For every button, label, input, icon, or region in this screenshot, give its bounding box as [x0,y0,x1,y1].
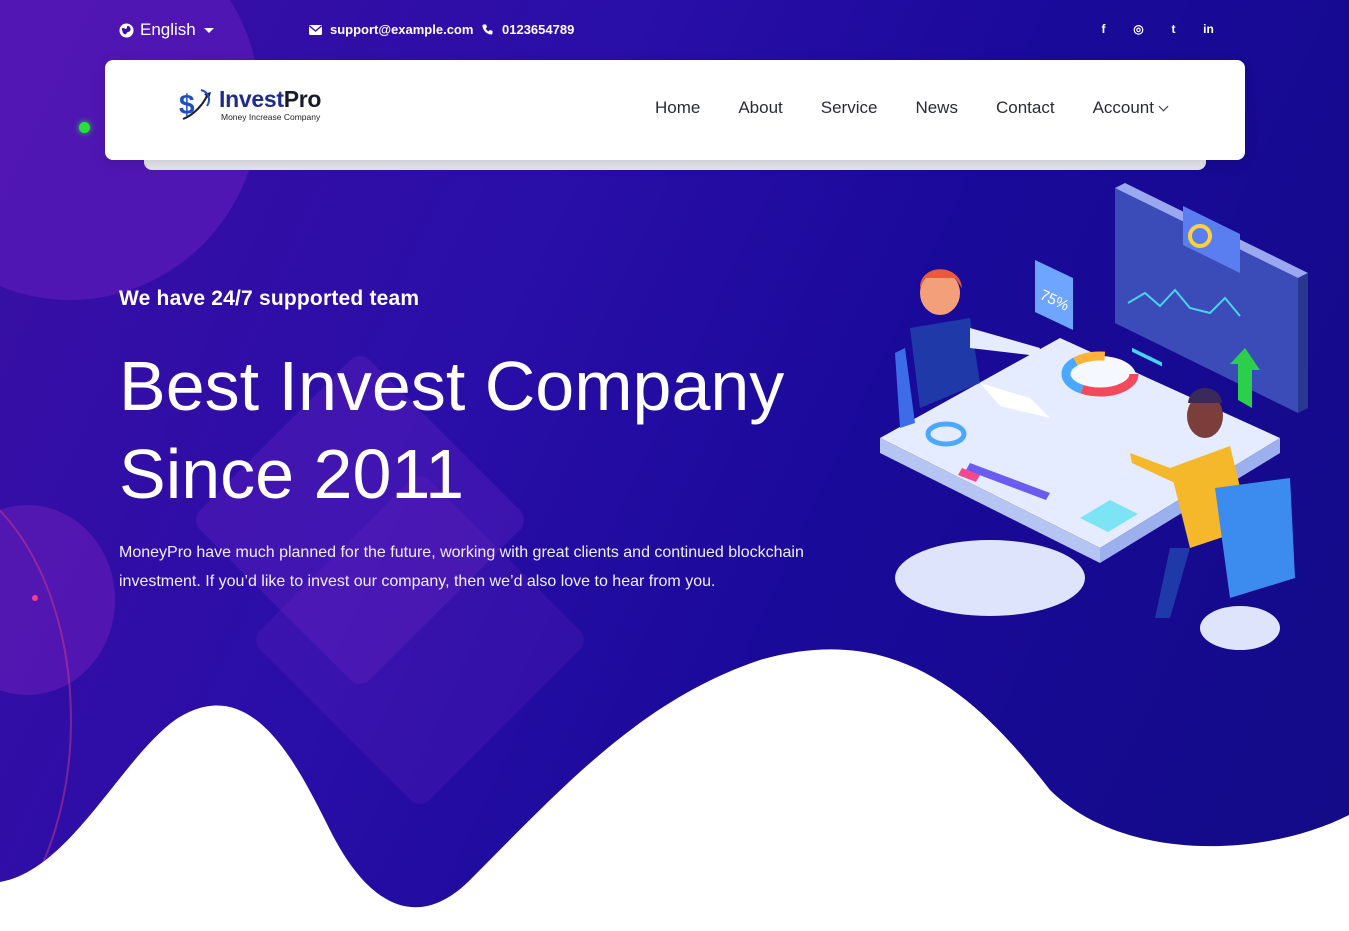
phone-contact[interactable]: 0123654789 [481,22,574,37]
dollar-arrow-logo-icon: $ [179,89,211,120]
nav-item-account[interactable]: Account [1092,98,1169,118]
hero-description: MoneyPro have much planned for the futur… [119,544,804,590]
language-label: English [140,20,196,39]
nav-item-contact[interactable]: Contact [996,98,1055,118]
brand-text: InvestPro Money Increase Company [219,87,321,122]
hero-headline-line2: Since 2011 [119,435,465,513]
nav-item-account-label: Account [1092,98,1154,117]
envelope-icon [309,23,322,36]
nav-item-service[interactable]: Service [821,98,878,118]
hero-headline: Best Invest Company Since 2011 [119,342,879,518]
donut-chart [1061,351,1139,397]
brand-tagline: Money Increase Company [221,111,321,122]
nav-item-home[interactable]: Home [655,98,700,118]
language-selector[interactable]: English [119,20,214,40]
brand-name-part1: Invest [219,85,284,112]
globe-icon [119,22,134,38]
chevron-down-icon [1158,101,1169,111]
social-links: f ◎ t in [1097,21,1215,37]
caret-down-icon [203,27,214,33]
team-meeting-illustration: 75% [880,183,1308,650]
hero-subtitle: We have 24/7 supported team [119,287,420,310]
email-text: support@example.com [330,22,474,37]
top-bar: English support@example.com 0123654789 f… [0,0,1349,60]
facebook-icon[interactable]: f [1097,21,1110,37]
brand-logo[interactable]: $ InvestPro Money Increase Company [179,86,321,122]
email-contact[interactable]: support@example.com [309,22,473,37]
nav-menu: Home About Service News Contact Account [655,98,1169,118]
hero-headline-line1: Best Invest Company [119,347,785,425]
nav-item-news[interactable]: News [915,98,958,118]
brand-name: InvestPro [219,87,321,111]
linkedin-icon[interactable]: in [1202,21,1215,37]
phone-icon [481,23,494,36]
svg-text:$: $ [179,89,195,120]
instagram-icon[interactable]: ◎ [1132,21,1145,37]
twitter-icon[interactable]: t [1167,21,1180,37]
brand-name-part2: Pro [283,85,322,112]
nav-item-about[interactable]: About [738,98,782,118]
main-navbar: $ InvestPro Money Increase Company Home … [105,60,1245,160]
phone-text: 0123654789 [502,22,575,37]
percent-card: 75% [1035,260,1073,330]
